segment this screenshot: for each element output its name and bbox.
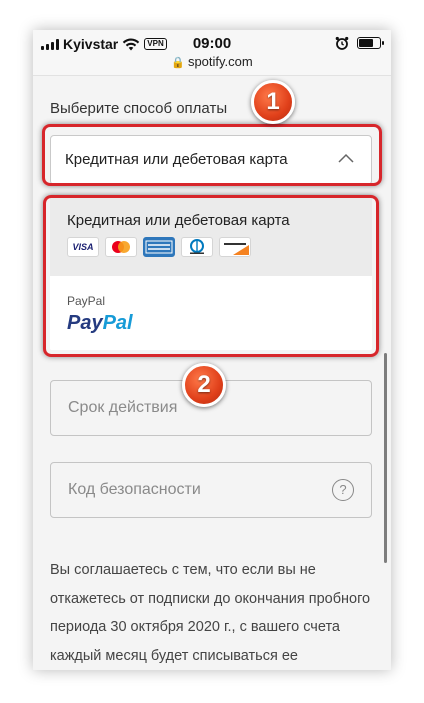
security-code-placeholder: Код безопасности	[68, 481, 201, 498]
help-icon[interactable]: ?	[332, 479, 354, 501]
highlight-box-select	[42, 124, 382, 186]
url-text: spotify.com	[187, 54, 253, 69]
highlight-box-dropdown	[43, 195, 379, 357]
address-bar[interactable]: 🔒 spotify.com	[33, 54, 391, 76]
step-badge-2: 2	[182, 363, 226, 407]
alarm-icon	[335, 36, 349, 50]
status-bar: Kyivstar VPN 09:00	[33, 30, 391, 56]
step-badge-1: 1	[251, 80, 295, 124]
terms-text: Вы соглашаетесь с тем, что если вы не от…	[50, 562, 371, 664]
security-code-field[interactable]: Код безопасности ?	[50, 462, 372, 518]
battery-icon	[357, 37, 384, 49]
expiry-placeholder: Срок действия	[68, 399, 178, 416]
payment-method-label: Выберите способ оплаты	[50, 100, 228, 117]
scrollbar[interactable]	[384, 353, 387, 563]
lock-icon: 🔒	[171, 57, 185, 69]
